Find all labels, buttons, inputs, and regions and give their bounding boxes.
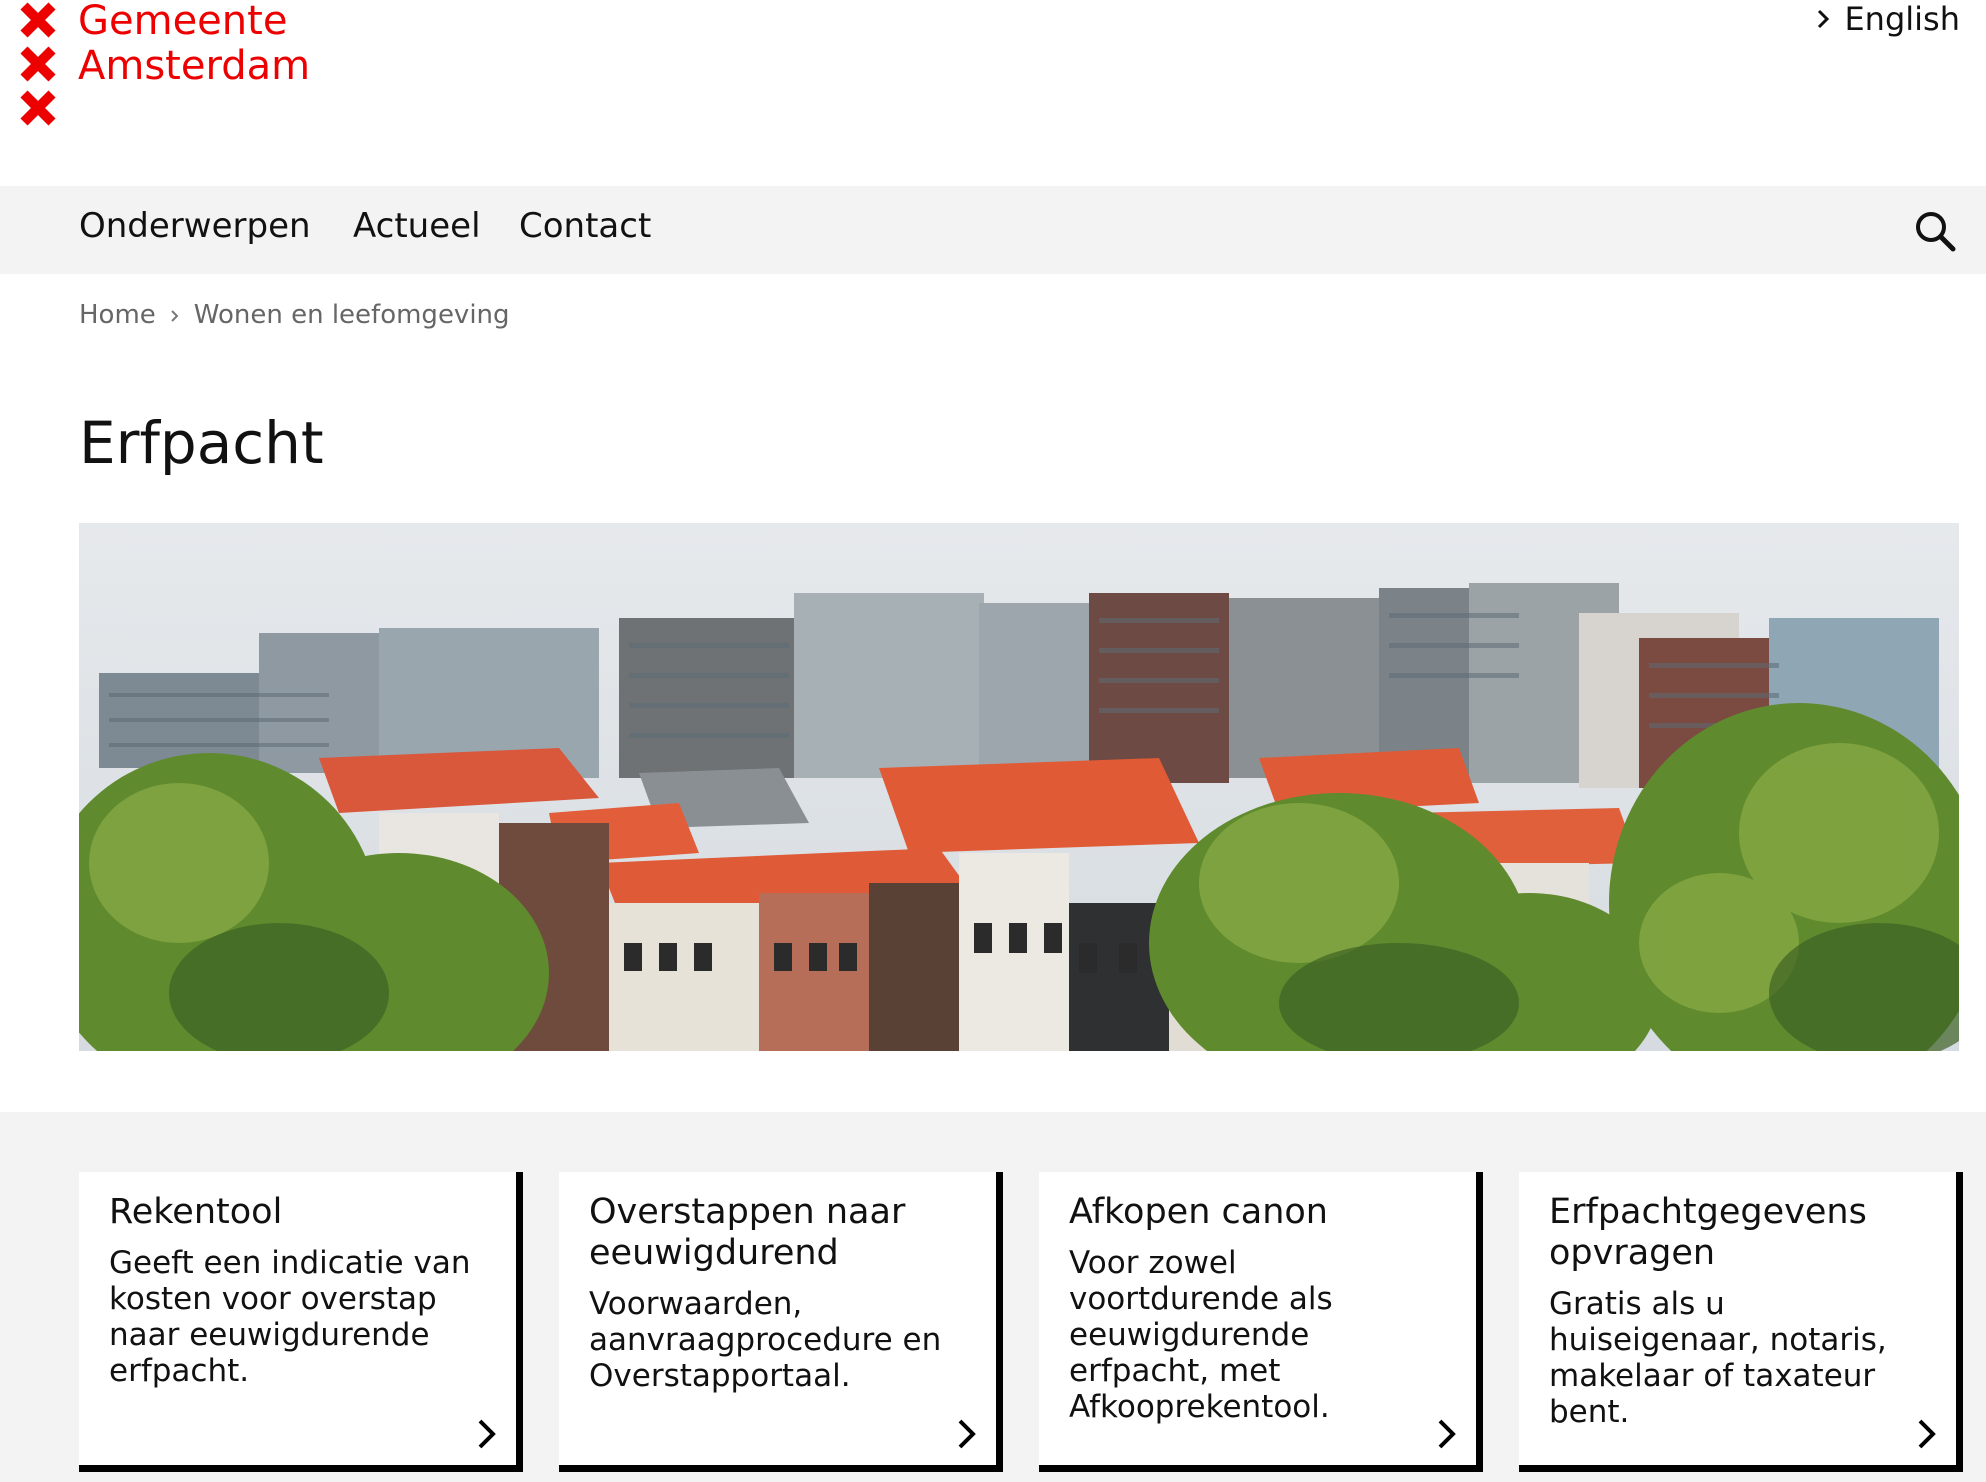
cross-icon: [20, 2, 56, 38]
card-description: Gratis als u huiseigenaar, notaris, make…: [1549, 1286, 1887, 1430]
chevron-right-icon: [1918, 1419, 1936, 1449]
search-button[interactable]: [1914, 210, 1956, 255]
chevron-right-icon: [1818, 9, 1830, 29]
hero-image: [79, 523, 1959, 1051]
logo-text: Gemeente Amsterdam: [78, 0, 310, 132]
card-rekentool[interactable]: Rekentool Geeft een indicatie van kosten…: [79, 1172, 523, 1472]
logo-crosses: [18, 0, 58, 132]
card-title: Rekentool: [109, 1192, 283, 1232]
card-description: Geeft een indicatie van kosten voor over…: [109, 1245, 471, 1389]
logo-line-1: Gemeente: [78, 0, 288, 44]
search-icon: [1916, 212, 1956, 252]
card-title: Erfpachtgegevens opvragen: [1549, 1192, 1867, 1273]
card-description: Voorwaarden, aanvraagprocedure en Overst…: [589, 1286, 942, 1394]
cross-icon: [20, 46, 56, 82]
cross-icon: [20, 90, 56, 126]
logo-line-2: Amsterdam: [78, 43, 311, 89]
chevron-right-icon: [1438, 1419, 1456, 1449]
nav-item-actueel[interactable]: Actueel: [353, 206, 481, 246]
card-title: Afkopen canon: [1069, 1192, 1328, 1232]
nav-item-contact[interactable]: Contact: [519, 206, 651, 246]
card-erfpachtgegevens[interactable]: Erfpachtgegevens opvragen Gratis als u h…: [1519, 1172, 1963, 1472]
breadcrumb-wonen[interactable]: Wonen en leefomgeving: [194, 300, 510, 330]
card-title: Overstappen naar eeuwigdurend: [589, 1192, 906, 1273]
card-overstappen[interactable]: Overstappen naar eeuwigdurend Voorwaarde…: [559, 1172, 1003, 1472]
breadcrumb-home[interactable]: Home: [79, 300, 156, 330]
main-navigation: Onderwerpen Actueel Contact: [0, 186, 1986, 274]
breadcrumb-separator-icon: [170, 300, 180, 330]
amsterdam-rooftops-photo: [79, 523, 1959, 1051]
language-link-english[interactable]: English: [1816, 0, 1960, 38]
language-label: English: [1844, 0, 1960, 38]
site-header: Gemeente Amsterdam English: [0, 0, 1986, 186]
chevron-right-icon: [958, 1419, 976, 1449]
card-description: Voor zowel voortdurende als eeuwigdurend…: [1069, 1245, 1333, 1425]
chevron-right-icon: [478, 1419, 496, 1449]
page-title: Erfpacht: [79, 409, 324, 477]
site-logo[interactable]: Gemeente Amsterdam: [18, 0, 310, 132]
breadcrumb: Home Wonen en leefomgeving: [79, 300, 510, 330]
nav-item-onderwerpen[interactable]: Onderwerpen: [79, 206, 311, 246]
card-afkopen-canon[interactable]: Afkopen canon Voor zowel voortdurende al…: [1039, 1172, 1483, 1472]
